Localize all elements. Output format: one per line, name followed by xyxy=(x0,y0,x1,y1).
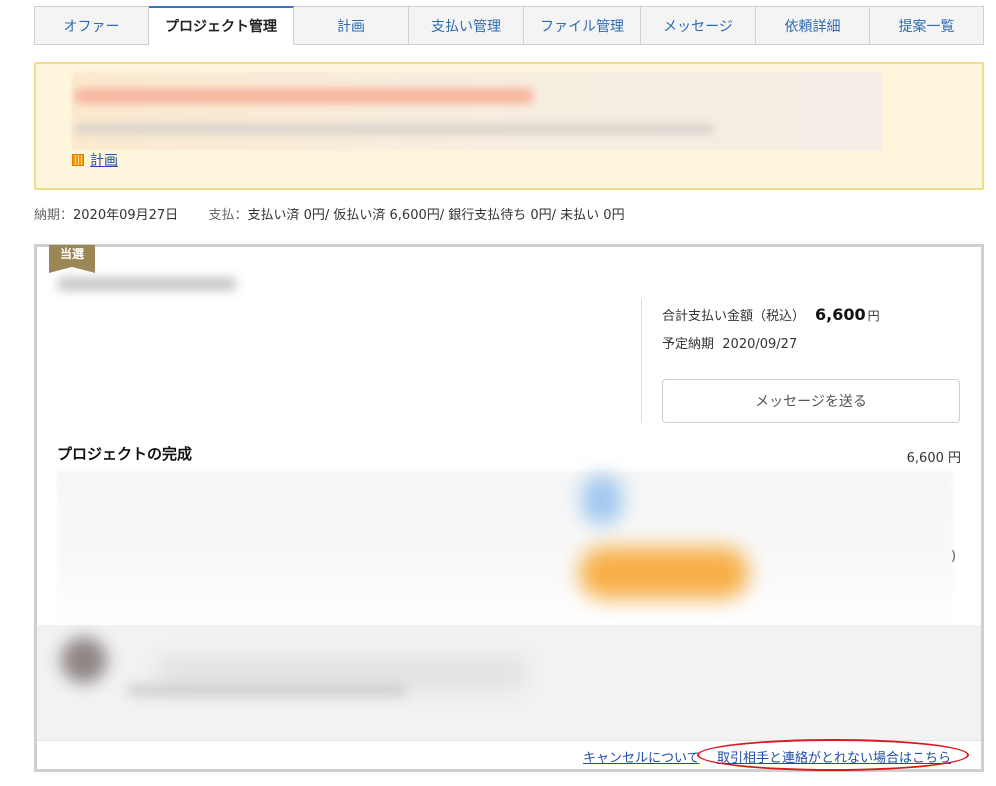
blurred-notice-text xyxy=(74,124,714,134)
tab-payment-management[interactable]: 支払い管理 xyxy=(409,6,524,45)
project-summary: 納期：2020年09月27日 支払：支払い済 0円/ 仮払い済 6,600円/ … xyxy=(34,204,625,223)
tab-proposal-list[interactable]: 提案一覧 xyxy=(870,6,984,45)
panel-footer: キャンセルについて 取引相手と連絡がとれない場合はこちら xyxy=(37,739,981,771)
avatar xyxy=(61,637,107,683)
blurred-message-text xyxy=(127,685,407,695)
tab-project-management[interactable]: プロジェクト管理 xyxy=(149,6,294,45)
payment-status: 支払い済 0円/ 仮払い済 6,600円/ 銀行支払待ち 0円/ 未払い 0円 xyxy=(247,208,625,223)
tab-messages[interactable]: メッセージ xyxy=(641,6,756,45)
payment-info-column: 合計支払い金額（税込） 6,600 円 予定納期 2020/09/27 メッセージを… xyxy=(641,299,960,423)
blurred-message-strip xyxy=(37,625,981,740)
project-amount: 6,600 円 xyxy=(906,451,961,466)
tab-plan[interactable]: 計画 xyxy=(294,6,409,45)
total-payment-label: 合計支払い金額（税込） xyxy=(662,309,806,324)
send-message-button[interactable]: メッセージを送る xyxy=(662,379,960,423)
due-date-value: 2020年09月27日 xyxy=(73,208,179,223)
notice-box: 計画 xyxy=(34,62,984,190)
tab-file-management[interactable]: ファイル管理 xyxy=(524,6,641,45)
blurred-notice-content xyxy=(72,72,882,150)
scheduled-due-value: 2020/09/27 xyxy=(722,337,798,352)
contract-panel: 当選 合計支払い金額（税込） 6,600 円 予定納期 2020/09/27 メッセ… xyxy=(34,244,984,772)
paren-text: ) xyxy=(951,549,957,564)
tab-offer[interactable]: オファー xyxy=(34,6,149,45)
plan-link-label[interactable]: 計画 xyxy=(90,150,118,170)
plan-link[interactable]: 計画 xyxy=(72,150,118,170)
total-payment-unit: 円 xyxy=(867,309,880,323)
plan-icon xyxy=(72,154,84,166)
blurred-user-name xyxy=(57,277,237,291)
blurred-progress-area xyxy=(57,471,953,625)
due-date-label: 納期： xyxy=(34,208,74,223)
project-title: プロジェクトの完成 xyxy=(57,445,193,463)
scheduled-due-label: 予定納期 xyxy=(662,337,715,352)
scheduled-due-row: 予定納期 2020/09/27 xyxy=(662,333,797,352)
tab-request-details[interactable]: 依頼詳細 xyxy=(756,6,870,45)
total-payment-row: 合計支払い金額（税込） 6,600 円 xyxy=(662,305,880,324)
cancel-info-link[interactable]: キャンセルについて xyxy=(583,747,700,766)
total-payment-amount: 6,600 xyxy=(815,305,866,324)
tab-bar: オファー プロジェクト管理 計画 支払い管理 ファイル管理 メッセージ 依頼詳細… xyxy=(34,6,984,45)
winner-badge: 当選 xyxy=(49,245,95,273)
blurred-notice-heading xyxy=(74,88,534,104)
blurred-active-step xyxy=(582,475,622,525)
no-contact-link[interactable]: 取引相手と連絡がとれない場合はこちら xyxy=(717,747,951,766)
payment-label: 支払： xyxy=(208,208,248,223)
blurred-action-button[interactable] xyxy=(579,547,749,599)
